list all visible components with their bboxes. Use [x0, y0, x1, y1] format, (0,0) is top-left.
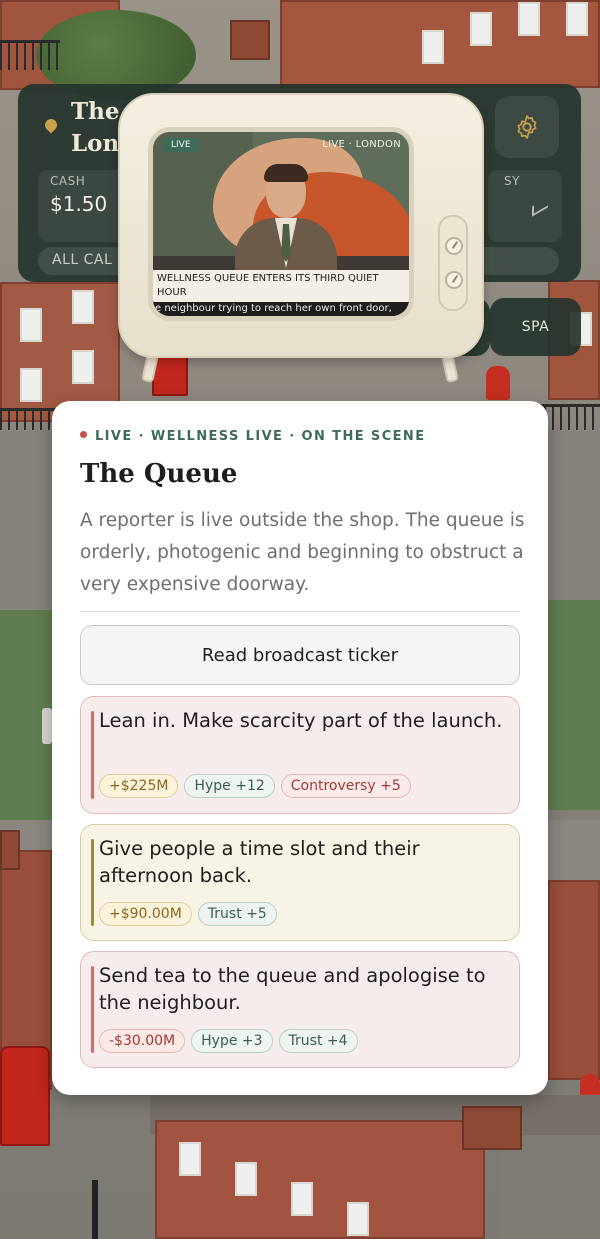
event-title: The Queue: [80, 459, 238, 489]
building: [548, 880, 600, 1080]
event-eyebrow: LIVE · WELLNESS LIVE · ON THE SCENE: [80, 429, 425, 444]
choice-accent: [91, 711, 94, 799]
spa-button[interactable]: SPA: [490, 298, 581, 356]
choice-effects: +$90.00M Trust +5: [99, 902, 277, 926]
choice-effects: +$225M Hype +12 Controversy +5: [99, 774, 411, 798]
effect-tag: Hype +3: [191, 1029, 273, 1053]
choice-accent: [91, 966, 94, 1053]
choice-effects: -$30.00M Hype +3 Trust +4: [99, 1029, 358, 1053]
cash-label: CASH: [50, 174, 86, 188]
effect-tag: Trust +4: [278, 1029, 358, 1053]
gear-icon: [517, 115, 537, 139]
location-badge: LIVE · LONDON: [322, 139, 401, 150]
trend-up-icon: [532, 197, 548, 217]
effect-tag: Controversy +5: [280, 774, 411, 798]
building: [280, 0, 600, 88]
building: [155, 1120, 485, 1239]
tv-knob[interactable]: [445, 271, 463, 289]
live-badge: LIVE: [163, 138, 199, 152]
choice-accent: [91, 839, 94, 926]
live-dot-icon: [80, 431, 87, 438]
cash-value: $1.50: [50, 192, 108, 216]
map-pin-icon: [42, 116, 60, 134]
fence: [0, 40, 60, 70]
tv-knob-panel: [438, 215, 468, 311]
event-card: LIVE · WELLNESS LIVE · ON THE SCENE The …: [52, 401, 548, 1095]
choice-label: Give people a time slot and their aftern…: [99, 837, 420, 887]
spa-label: SPA: [521, 319, 550, 335]
tv-knob[interactable]: [445, 237, 463, 255]
settings-button[interactable]: [495, 96, 559, 158]
news-headline: WELLNESS QUEUE ENTERS ITS THIRD QUIET HO…: [153, 270, 409, 302]
effect-tag: +$225M: [99, 774, 179, 798]
choice-option[interactable]: Send tea to the queue and apologise to t…: [80, 951, 520, 1068]
phone-box: [0, 1046, 50, 1146]
event-eyebrow-text: LIVE · WELLNESS LIVE · ON THE SCENE: [95, 429, 426, 444]
post-box: [486, 366, 510, 400]
effect-tag: Trust +5: [197, 902, 277, 926]
effect-tag: Hype +12: [184, 774, 275, 798]
retro-tv: LIVE LIVE · LONDON WELLNESS QUEUE ENTERS…: [118, 93, 484, 358]
chimney: [462, 1106, 522, 1150]
tv-screen: LIVE LIVE · LONDON WELLNESS QUEUE ENTERS…: [148, 127, 414, 321]
news-ticker: e neighbour trying to reach her own fron…: [153, 302, 409, 316]
road: [500, 1150, 600, 1239]
filter-label: ALL CAL: [52, 252, 113, 268]
street-lamp: [92, 1180, 98, 1239]
choice-label: Lean in. Make scarcity part of the launc…: [99, 709, 503, 732]
lawn: [545, 600, 600, 810]
effect-tag: -$30.00M: [99, 1029, 186, 1053]
choice-option[interactable]: Lean in. Make scarcity part of the launc…: [80, 696, 520, 814]
effect-tag: +$90.00M: [99, 902, 192, 926]
right-stat: SY: [488, 170, 562, 242]
divider: [80, 611, 520, 612]
choice-option[interactable]: Give people a time slot and their aftern…: [80, 824, 520, 941]
right-stat-label: SY: [504, 174, 520, 188]
chimney: [230, 20, 270, 60]
chimney: [0, 830, 20, 870]
choice-label: Send tea to the queue and apologise to t…: [99, 964, 486, 1014]
drag-handle[interactable]: [42, 708, 52, 744]
event-description: A reporter is live outside the shop. The…: [80, 510, 525, 595]
read-ticker-button[interactable]: Read broadcast ticker: [80, 625, 520, 685]
